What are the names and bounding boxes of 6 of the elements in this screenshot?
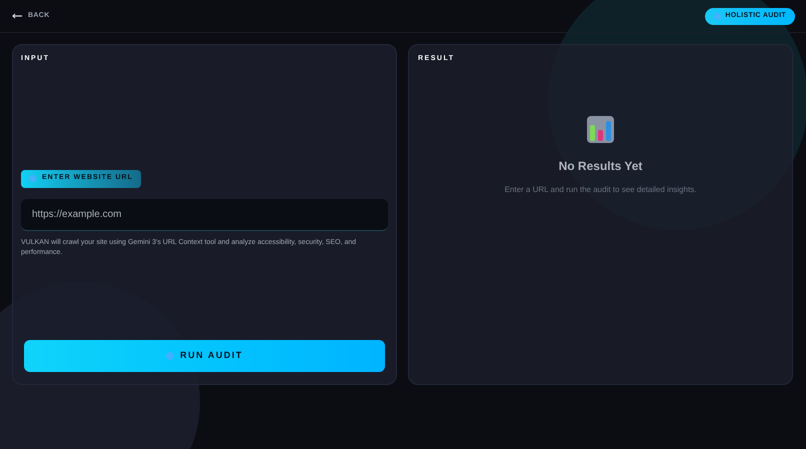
empty-state-text: Enter a URL and run the audit to see detailed insights.	[504, 184, 696, 196]
url-input-field[interactable]: https://example.com	[21, 198, 388, 230]
run-audit-button[interactable]: RUN AUDIT	[24, 340, 385, 372]
left-arrow-icon	[12, 13, 22, 19]
bar-chart-icon	[587, 116, 614, 142]
empty-state-title: No Results Yet	[558, 158, 642, 174]
